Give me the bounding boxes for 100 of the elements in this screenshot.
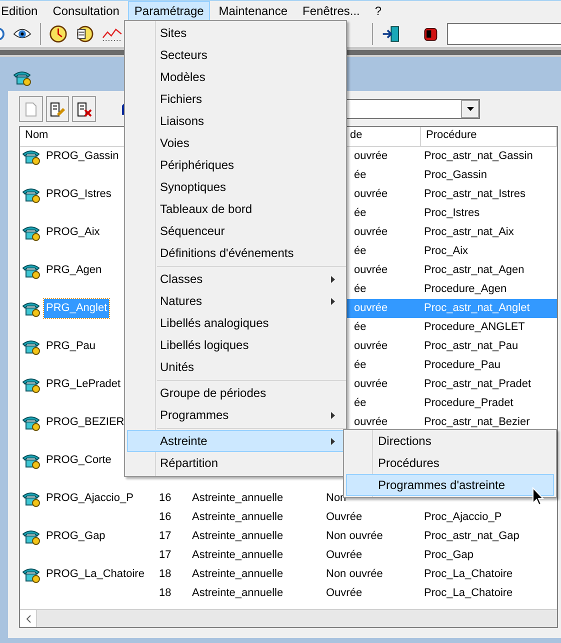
- document-cross-icon: [76, 102, 92, 116]
- menu-item[interactable]: Répartition: [127, 452, 344, 474]
- table-cell-text: Astreinte_annuelle: [191, 491, 284, 506]
- menu-item[interactable]: Programmes d'astreinte: [346, 474, 554, 496]
- table-cell-text: ouvrée: [353, 339, 389, 354]
- scroll-left-icon[interactable]: [26, 614, 30, 622]
- table-cell-text: PROG_BEZIER: [45, 415, 126, 430]
- menu-item[interactable]: Secteurs: [127, 44, 344, 66]
- table-cell-text: ouvrée: [353, 415, 389, 430]
- menu-bar-item[interactable]: ?: [368, 0, 388, 20]
- menu-item[interactable]: Définitions d'événements: [127, 242, 344, 264]
- table-cell-text: Procedure_Pau: [423, 358, 502, 373]
- delete-document-button[interactable]: [72, 96, 96, 122]
- phone-gear-icon: [22, 452, 42, 468]
- table-cell-text: Proc_astr_nat_Gap: [423, 529, 520, 544]
- table-cell-text: ouvrée: [353, 377, 389, 392]
- menu-bar-item[interactable]: Fenêtres...: [296, 0, 366, 20]
- column-header[interactable]: Procédure: [421, 127, 557, 146]
- table-cell-text: Proc_La_Chatoire: [423, 567, 514, 582]
- phone-gear-icon: [13, 70, 33, 86]
- table-cell-text: PRG_Agen: [45, 263, 103, 278]
- phone-gear-icon: [22, 490, 42, 506]
- menu-item[interactable]: Fichiers: [127, 88, 344, 110]
- table-cell-text: PRG_Pau: [45, 339, 97, 354]
- table-cell-text: Proc_Gassin: [423, 168, 488, 183]
- clock-icon[interactable]: [48, 24, 68, 44]
- table-cell-text: 18: [158, 567, 172, 582]
- menu-item[interactable]: Groupe de périodes: [127, 382, 344, 404]
- menu-item[interactable]: Périphériques: [127, 154, 344, 176]
- menu-item[interactable]: Natures: [127, 290, 344, 312]
- table-cell-text: ée: [353, 358, 368, 373]
- menu-item[interactable]: Tableaux de bord: [127, 198, 344, 220]
- table-cell-text: ouvrée: [353, 225, 389, 240]
- menu-item[interactable]: Modèles: [127, 66, 344, 88]
- table-cell-text: ouvrée: [353, 187, 389, 202]
- table-cell-text: Proc_astr_nat_Bezier: [423, 415, 531, 430]
- table-cell-text: 18: [158, 586, 172, 601]
- phone-gear-icon: [22, 300, 42, 316]
- menu-item[interactable]: Libellés analogiques: [127, 312, 344, 334]
- menu-bar-item[interactable]: Consultation: [46, 0, 126, 20]
- table-cell-text: Proc_astr_nat_Agen: [423, 263, 526, 278]
- table-cell-text: Proc_Gap: [423, 548, 475, 563]
- exit-door-icon[interactable]: [380, 24, 401, 44]
- input-field[interactable]: [447, 22, 561, 44]
- table-cell-text: ouvrée: [353, 149, 389, 164]
- menu-item[interactable]: Unités: [127, 356, 344, 378]
- menu-bar-item[interactable]: Maintenance: [212, 0, 294, 20]
- table-cell-text: ée: [353, 168, 368, 183]
- table-cell-text: Proc_Istres: [423, 206, 481, 221]
- menu-item[interactable]: Procédures: [346, 452, 554, 474]
- phone-gear-icon: [22, 224, 42, 240]
- document-icon: [24, 102, 37, 116]
- table-cell-text: Procedure_ANGLET: [423, 320, 526, 335]
- clock-document-icon[interactable]: [75, 24, 94, 44]
- table-cell-text: Proc_astr_nat_Istres: [423, 187, 526, 202]
- table-cell-text: Proc_Ajaccio_P: [423, 510, 503, 525]
- table-cell-text: ée: [353, 244, 368, 259]
- table-cell-text: Astreinte_annuelle: [191, 510, 284, 525]
- menu-item[interactable]: Classes: [127, 268, 344, 290]
- menu-item[interactable]: Astreinte: [127, 430, 344, 452]
- phone-gear-icon: [22, 414, 42, 430]
- table-cell-text: PROG_La_Chatoire: [45, 567, 146, 582]
- table-cell-text: Astreinte_annuelle: [191, 586, 284, 601]
- table-cell-text: ée: [353, 206, 368, 221]
- table-cell-text: Non ouvrée: [325, 567, 384, 582]
- phone-gear-icon: [22, 186, 42, 202]
- menu-item[interactable]: Séquenceur: [127, 220, 344, 242]
- table-cell-text: Proc_astr_nat_Aix: [423, 225, 515, 240]
- table-cell-text: Astreinte_annuelle: [191, 529, 284, 544]
- table-cell-text: ée: [353, 396, 368, 411]
- mouse-cursor-icon: [532, 487, 544, 506]
- table-cell-text: Procedure_Pradet: [423, 396, 514, 411]
- table-cell: PRG_Anglet: [44, 299, 110, 318]
- table-cell-text: Ouvrée: [325, 548, 364, 563]
- table-cell-text: PROG_Gap: [45, 529, 106, 544]
- table-cell-text: 16: [158, 491, 172, 506]
- submenu-arrow-icon: [331, 298, 335, 304]
- menu-item[interactable]: Programmes: [127, 404, 344, 426]
- table-cell-text: PROG_Istres: [45, 187, 112, 202]
- edit-document-button[interactable]: [46, 96, 70, 122]
- table-cell-text: PROG_Aix: [45, 225, 101, 240]
- horizontal-scrollbar[interactable]: [20, 609, 557, 627]
- line-chart-icon[interactable]: [102, 26, 122, 42]
- menu-item[interactable]: Libellés logiques: [127, 334, 344, 356]
- eye-icon[interactable]: [13, 26, 32, 40]
- table-cell-text: Proc_astr_nat_Pradet: [423, 377, 532, 392]
- menu-item[interactable]: Directions: [346, 430, 554, 452]
- submenu-arrow-icon: [331, 412, 335, 418]
- table-cell-text: Ouvrée: [325, 586, 364, 601]
- table-cell-text: Proc_astr_nat_Gassin: [423, 149, 534, 164]
- phone-gear-icon: [22, 148, 42, 164]
- menu-item[interactable]: Synoptiques: [127, 176, 344, 198]
- table-cell-text: Astreinte_annuelle: [191, 567, 284, 582]
- menu-bar-item[interactable]: Paramétrage: [128, 0, 210, 20]
- table-cell-text: Proc_La_Chatoire: [423, 586, 514, 601]
- phone-gear-icon: [22, 528, 42, 544]
- phone-gear-icon: [22, 338, 42, 354]
- menu-bar-item[interactable]: Edition: [0, 0, 44, 20]
- table-cell-text: 17: [158, 529, 172, 544]
- table-cell-text: Non ouvrée: [325, 529, 384, 544]
